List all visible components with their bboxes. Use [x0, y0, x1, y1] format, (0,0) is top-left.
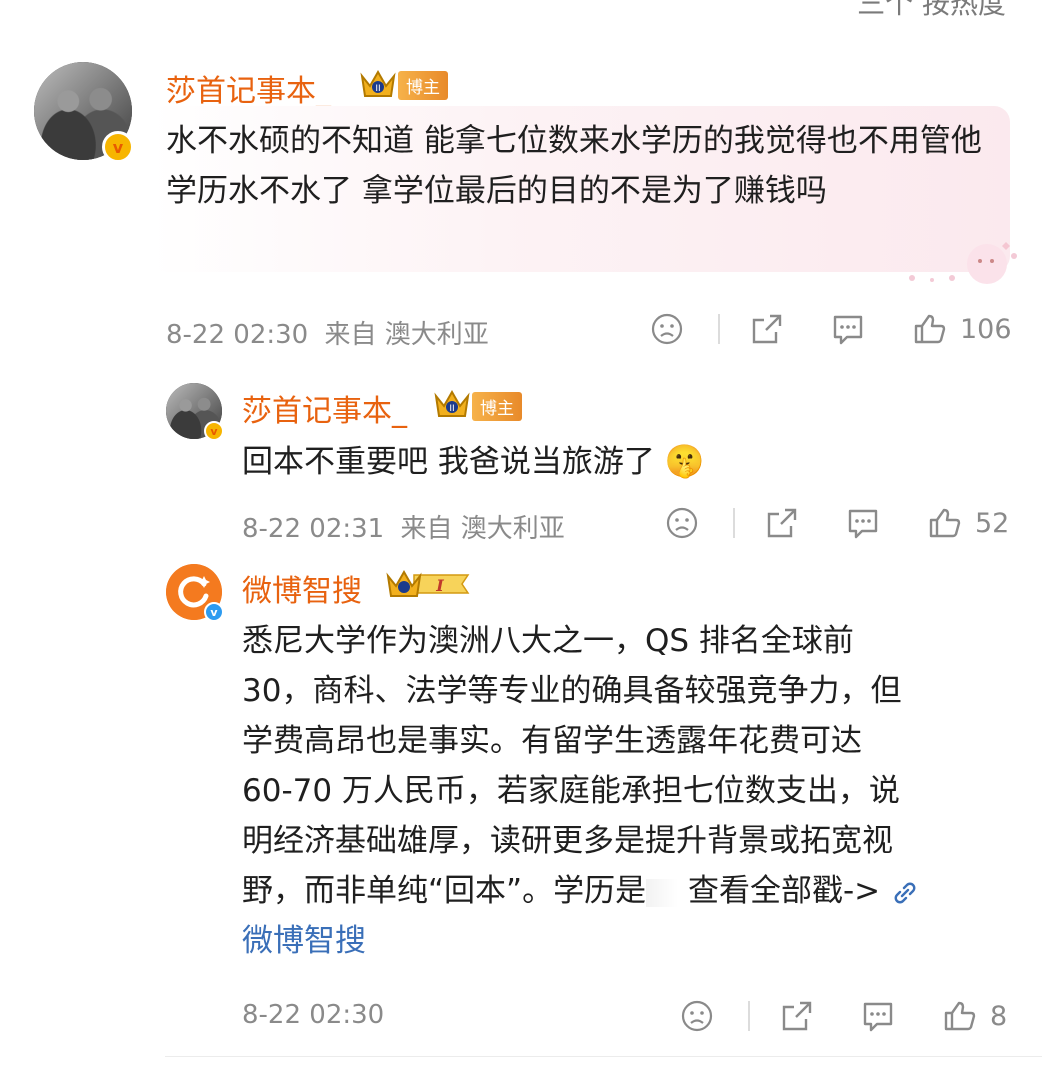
- crown-level-icon: II: [360, 69, 396, 97]
- svg-text:II: II: [449, 404, 454, 414]
- comment-text: 水不水硕的不知道 能拿七位数来水学历的我觉得也不用管他学历水不水了 拿学位最后的…: [166, 123, 982, 209]
- username[interactable]: 莎首记事本_: [166, 66, 331, 110]
- timestamp: 8-22 02:30: [242, 1000, 385, 1030]
- sort-hot-label[interactable]: 三个 按热度: [857, 0, 1006, 22]
- action-bar: 8: [680, 999, 1007, 1033]
- view-all-link[interactable]: 查看全部戳->: [688, 873, 880, 909]
- reply-text: 回本不重要吧 我爸说当旅游了 🤫: [242, 436, 705, 487]
- like-count: 8: [990, 1000, 1008, 1032]
- share-icon[interactable]: [780, 999, 814, 1033]
- blogger-badge: 博主: [472, 392, 522, 421]
- text-line: 明经济基础雄厚，读研更多是提升背景或拓宽视: [242, 823, 893, 859]
- verified-badge-icon: v: [204, 602, 224, 622]
- like-count: 106: [960, 313, 1012, 345]
- text-line: 60-70 万人民币，若家庭能承担七位数支出，说: [242, 773, 900, 809]
- shush-face-emoji: 🤫: [664, 442, 705, 480]
- like-thumb-icon[interactable]: [912, 312, 948, 346]
- divider: [718, 314, 720, 344]
- comment-icon[interactable]: [860, 999, 896, 1033]
- section-divider: [165, 1056, 1042, 1057]
- ai-signature-link[interactable]: 微博智搜: [242, 916, 1002, 966]
- comment-icon[interactable]: [845, 506, 881, 540]
- like-thumb-icon[interactable]: [927, 506, 963, 540]
- reply-meta: 8-22 02:31 来自 澳大利亚: [242, 508, 565, 545]
- divider: [733, 508, 735, 538]
- dislike-face-icon[interactable]: [680, 999, 714, 1033]
- text-line: 30，商科、法学等专业的确具备较强竞争力，但: [242, 673, 902, 709]
- link-icon[interactable]: [890, 878, 920, 908]
- username[interactable]: 微博智搜: [242, 566, 362, 610]
- reply-text-content: 回本不重要吧 我爸说当旅游了: [242, 444, 655, 480]
- like-thumb-icon[interactable]: [942, 999, 978, 1033]
- like-count: 52: [975, 507, 1010, 539]
- verified-badge-icon: v: [102, 131, 134, 163]
- location: 来自 澳大利亚: [324, 320, 489, 350]
- verified-badge-icon: v: [204, 421, 224, 441]
- text-line: 悉尼大学作为澳洲八大之一，QS 排名全球前: [242, 623, 854, 659]
- level-numeral: I: [435, 576, 444, 595]
- comment-icon[interactable]: [830, 312, 866, 346]
- blogger-badge: 博主: [398, 71, 448, 100]
- decoration-sticker-icon: [909, 242, 1017, 284]
- location: 来自 澳大利亚: [400, 514, 565, 544]
- ai-reply-text: 悉尼大学作为澳洲八大之一，QS 排名全球前 30，商科、法学等专业的确具备较强竞…: [242, 616, 1002, 966]
- action-bar: 106: [650, 312, 1012, 346]
- share-icon[interactable]: [765, 506, 799, 540]
- reply-meta: 8-22 02:30: [242, 1000, 384, 1030]
- share-icon[interactable]: [750, 312, 784, 346]
- timestamp: 8-22 02:31: [242, 514, 385, 544]
- dislike-face-icon[interactable]: [650, 312, 684, 346]
- text-line: 学费高昂也是事实。有留学生透露年花费可达: [242, 723, 862, 759]
- crown-level-icon: II: [434, 389, 470, 417]
- comment-meta: 8-22 02:30 来自 澳大利亚: [166, 314, 489, 351]
- crown-level-icon: I: [386, 569, 470, 597]
- action-bar: 52: [665, 506, 1009, 540]
- svg-text:II: II: [375, 84, 380, 94]
- dislike-face-icon[interactable]: [665, 506, 699, 540]
- text-line: 野，而非单纯“回本”。学历是: [242, 873, 647, 909]
- username[interactable]: 莎首记事本_: [242, 386, 407, 430]
- divider: [748, 1001, 750, 1031]
- timestamp: 8-22 02:30: [166, 320, 309, 350]
